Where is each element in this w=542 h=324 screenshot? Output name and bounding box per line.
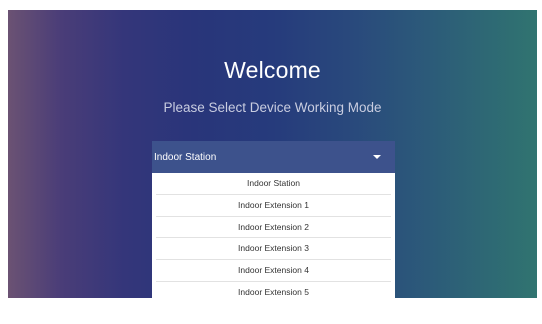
working-mode-select[interactable]: Indoor Station xyxy=(152,141,395,173)
option-indoor-extension-2[interactable]: Indoor Extension 2 xyxy=(156,217,391,239)
option-indoor-extension-4[interactable]: Indoor Extension 4 xyxy=(156,260,391,282)
welcome-title: Welcome xyxy=(224,57,321,83)
working-mode-options: Indoor Station Indoor Extension 1 Indoor… xyxy=(152,173,395,298)
setup-screen: Welcome Please Select Device Working Mod… xyxy=(8,10,537,298)
option-indoor-station[interactable]: Indoor Station xyxy=(156,173,391,195)
option-indoor-extension-5[interactable]: Indoor Extension 5 xyxy=(156,282,391,298)
working-mode-selected-value: Indoor Station xyxy=(154,151,217,163)
chevron-down-icon xyxy=(373,155,381,159)
option-indoor-extension-3[interactable]: Indoor Extension 3 xyxy=(156,238,391,261)
option-indoor-extension-1[interactable]: Indoor Extension 1 xyxy=(156,195,391,217)
welcome-subtitle: Please Select Device Working Mode xyxy=(163,100,382,115)
